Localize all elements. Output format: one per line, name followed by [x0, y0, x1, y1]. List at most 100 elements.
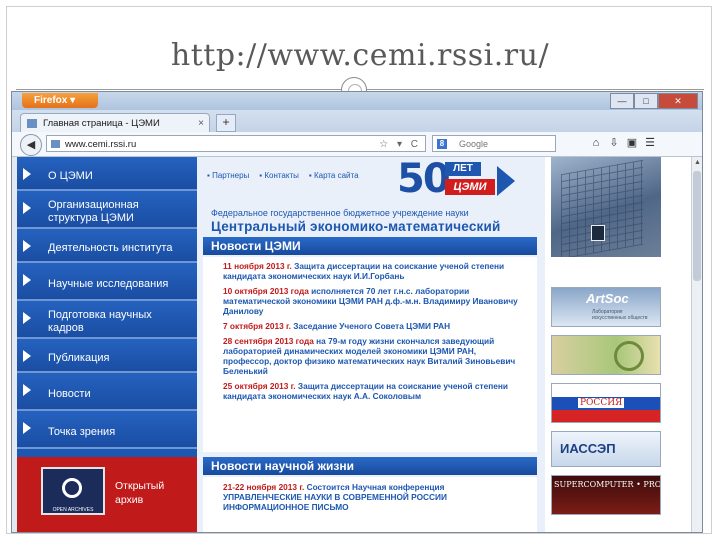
close-window-button[interactable]: ✕	[658, 93, 698, 109]
download-icon[interactable]: ⇩	[608, 136, 620, 150]
news-text: Заседание Ученого Совета ЦЭМИ РАН	[293, 321, 451, 331]
tab-close-icon[interactable]: ×	[198, 114, 204, 133]
link-sitemap[interactable]: Карта сайта	[309, 171, 359, 180]
iassep-label: ИАССЭП	[560, 441, 616, 456]
sidebar-item-label: Деятельность института	[48, 241, 173, 254]
anniversary-logo: 50 ЛЕТ ЦЭМИ	[397, 157, 527, 204]
artsoc-title: ArtSoc	[586, 291, 629, 306]
sidebar-item-label: Научные исследования	[48, 277, 169, 290]
sidebar-item-label: Публикация	[48, 351, 110, 364]
url-text: www.cemi.rssi.ru	[65, 139, 137, 150]
sidebar-item-label: Подготовка научных кадров	[48, 309, 152, 334]
link-partners[interactable]: Партнеры	[207, 171, 249, 180]
news-item[interactable]: 25 октября 2013 г. Защита диссертации на…	[223, 381, 525, 401]
archive-logo-caption: OPEN ARCHIVES	[52, 507, 94, 513]
tab-title: Главная страница - ЦЭМИ	[43, 118, 160, 129]
sidebar-item-training[interactable]: Подготовка научных кадров	[17, 301, 197, 339]
building-emblem	[591, 225, 605, 241]
arrow-icon	[23, 168, 31, 180]
science-news-list: 21-22 ноября 2013 г. Состоится Научная к…	[203, 477, 537, 532]
url-bar-icons[interactable]: ☆ ▾ C	[379, 136, 421, 153]
news-item[interactable]: 28 сентября 2013 года на 79-м году жизни…	[223, 336, 525, 376]
geo-banner[interactable]	[551, 335, 661, 375]
science-news-heading: Новости научной жизни	[203, 457, 537, 475]
favicon-icon	[27, 119, 37, 128]
anniversary-number: 50	[397, 157, 451, 202]
sidebar-item-structure[interactable]: Организационная структура ЦЭМИ	[17, 191, 197, 229]
site-sidebar: О ЦЭМИ Организационная структура ЦЭМИ Де…	[17, 157, 197, 532]
anniversary-let: ЛЕТ	[445, 162, 481, 176]
arrow-icon	[23, 274, 31, 286]
news-item[interactable]: 11 ноября 2013 г. Защита диссертации на …	[223, 261, 525, 281]
vertical-scrollbar[interactable]: ▲	[691, 157, 702, 532]
link-contacts[interactable]: Контакты	[259, 171, 299, 180]
arrow-icon	[23, 240, 31, 252]
artsoc-banner[interactable]: ArtSoc Лаборатория искусственных обществ	[551, 287, 661, 327]
news-item[interactable]: 7 октября 2013 г. Заседание Ученого Сове…	[223, 321, 525, 331]
address-bar[interactable]: www.cemi.rssi.ru ☆ ▾ C	[46, 135, 426, 152]
back-button[interactable]: ◀	[20, 134, 42, 156]
open-archive-label: Открытый архив	[115, 480, 165, 506]
science-news-item[interactable]: 21-22 ноября 2013 г. Состоится Научная к…	[223, 482, 525, 502]
bookmarks-icon[interactable]: ▣	[626, 136, 638, 150]
news-item[interactable]: 10 октября 2013 года исполняется 70 лет …	[223, 286, 525, 316]
institute-building-photo	[551, 157, 661, 257]
org-type: Федеральное государственное бюджетное уч…	[211, 208, 469, 218]
news-date: 21-22 ноября 2013 г.	[223, 482, 305, 492]
tab-cemi-home[interactable]: Главная страница - ЦЭМИ ×	[20, 113, 210, 132]
artsoc-subtitle: Лаборатория искусственных обществ	[592, 309, 648, 321]
iassep-banner[interactable]: ИАССЭП	[551, 431, 661, 467]
sidebar-item-viewpoint[interactable]: Точка зрения	[17, 411, 197, 449]
supercomputer-label: SUPERCOMPUTER • PRO	[554, 480, 661, 489]
window-titlebar: Firefox ▾ — □ ✕	[12, 92, 702, 110]
sidebar-item-research[interactable]: Научные исследования	[17, 263, 197, 301]
scroll-thumb[interactable]	[693, 171, 701, 281]
news-date: 11 ноября 2013 г.	[223, 261, 292, 271]
sidebar-menu: О ЦЭМИ Организационная структура ЦЭМИ Де…	[17, 157, 197, 449]
news-list: 11 ноября 2013 г. Защита диссертации на …	[203, 257, 537, 452]
window-controls: — □ ✕	[610, 93, 698, 109]
flag-stripe-white	[552, 384, 660, 397]
main-content: Партнеры Контакты Карта сайта 50 ЛЕТ ЦЭМ…	[197, 157, 545, 532]
menu-icon[interactable]: ☰	[644, 136, 656, 150]
news-date: 25 октября 2013 г.	[223, 381, 296, 391]
sidebar-item-activity[interactable]: Деятельность института	[17, 229, 197, 263]
header-links: Партнеры Контакты Карта сайта	[207, 171, 359, 180]
news-text: ИНФОРМАЦИОННОЕ ПИСЬМО	[223, 502, 349, 512]
navigation-bar: ◀ www.cemi.rssi.ru ☆ ▾ C 8 Google ⌂ ⇩ ▣ …	[12, 132, 702, 157]
globe-icon	[614, 341, 644, 371]
russia-banner[interactable]: РОССИЯ	[551, 383, 661, 423]
new-tab-button[interactable]: +	[216, 114, 236, 132]
chevron-right-icon	[497, 166, 515, 196]
news-date: 10 октября 2013 года	[223, 286, 309, 296]
building-windows	[561, 159, 643, 257]
anniversary-org: ЦЭМИ	[445, 179, 495, 195]
search-placeholder: Google	[459, 139, 489, 149]
search-input[interactable]: 8 Google	[432, 135, 556, 152]
maximize-button[interactable]: □	[634, 93, 658, 109]
sidebar-item-publications[interactable]: Публикация	[17, 339, 197, 373]
russia-label: РОССИЯ	[578, 398, 625, 408]
sidebar-item-about[interactable]: О ЦЭМИ	[17, 157, 197, 191]
toolbar-buttons: ⌂ ⇩ ▣ ☰	[590, 136, 656, 150]
home-icon[interactable]: ⌂	[590, 136, 602, 150]
sidebar-item-news[interactable]: Новости	[17, 373, 197, 411]
slide-title: http://www.cemi.rssi.ru/	[170, 38, 550, 73]
firefox-menu-button[interactable]: Firefox ▾	[22, 93, 98, 108]
arrow-icon	[23, 202, 31, 214]
sidebar-item-label: Точка зрения	[48, 425, 116, 438]
arrow-icon	[23, 422, 31, 434]
eye-icon	[62, 478, 82, 498]
supercomputer-banner[interactable]: SUPERCOMPUTER • PRO	[551, 475, 661, 515]
org-name: Центральный экономико-математический	[211, 219, 501, 234]
search-engine-icon[interactable]: 8	[437, 139, 447, 149]
browser-window: Firefox ▾ — □ ✕ Главная страница - ЦЭМИ …	[12, 92, 702, 532]
tab-bar: Главная страница - ЦЭМИ × +	[12, 110, 702, 132]
science-news-item[interactable]: ИНФОРМАЦИОННОЕ ПИСЬМО	[223, 502, 525, 512]
scroll-up-icon[interactable]: ▲	[692, 157, 702, 168]
open-archive-logo: OPEN ARCHIVES	[41, 467, 105, 515]
arrow-icon	[23, 350, 31, 362]
minimize-button[interactable]: —	[610, 93, 634, 109]
open-archive-banner[interactable]: OPEN ARCHIVES Открытый архив	[17, 457, 197, 532]
flag-stripe-red	[552, 410, 660, 422]
